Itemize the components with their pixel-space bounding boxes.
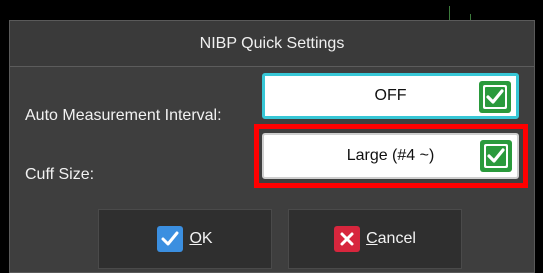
ok-button[interactable]: OK bbox=[98, 209, 272, 269]
auto-interval-field[interactable]: OFF bbox=[262, 73, 519, 119]
cancel-button-label: Cancel bbox=[366, 230, 416, 247]
auto-interval-label: Auto Measurement Interval: bbox=[25, 107, 222, 124]
waveform-tick bbox=[449, 6, 450, 20]
cuff-size-label: Cuff Size: bbox=[25, 166, 95, 183]
nibp-quick-settings-dialog: NIBP Quick Settings Auto Measurement Int… bbox=[9, 20, 535, 273]
cancel-x-icon bbox=[334, 226, 361, 252]
background-monitor-strip bbox=[0, 0, 543, 20]
auto-interval-value: OFF bbox=[374, 87, 407, 104]
dialog-title-bar: NIBP Quick Settings bbox=[10, 21, 534, 67]
dialog-title: NIBP Quick Settings bbox=[199, 34, 345, 52]
checkmark-icon bbox=[479, 81, 511, 113]
ok-button-label: OK bbox=[189, 230, 213, 247]
cancel-button[interactable]: Cancel bbox=[288, 209, 462, 269]
cuff-size-value: Large (#4 ~) bbox=[346, 147, 435, 164]
cuff-size-field[interactable]: Large (#4 ~) bbox=[262, 133, 519, 179]
checkmark-icon bbox=[480, 140, 512, 172]
ok-check-icon bbox=[157, 226, 184, 252]
